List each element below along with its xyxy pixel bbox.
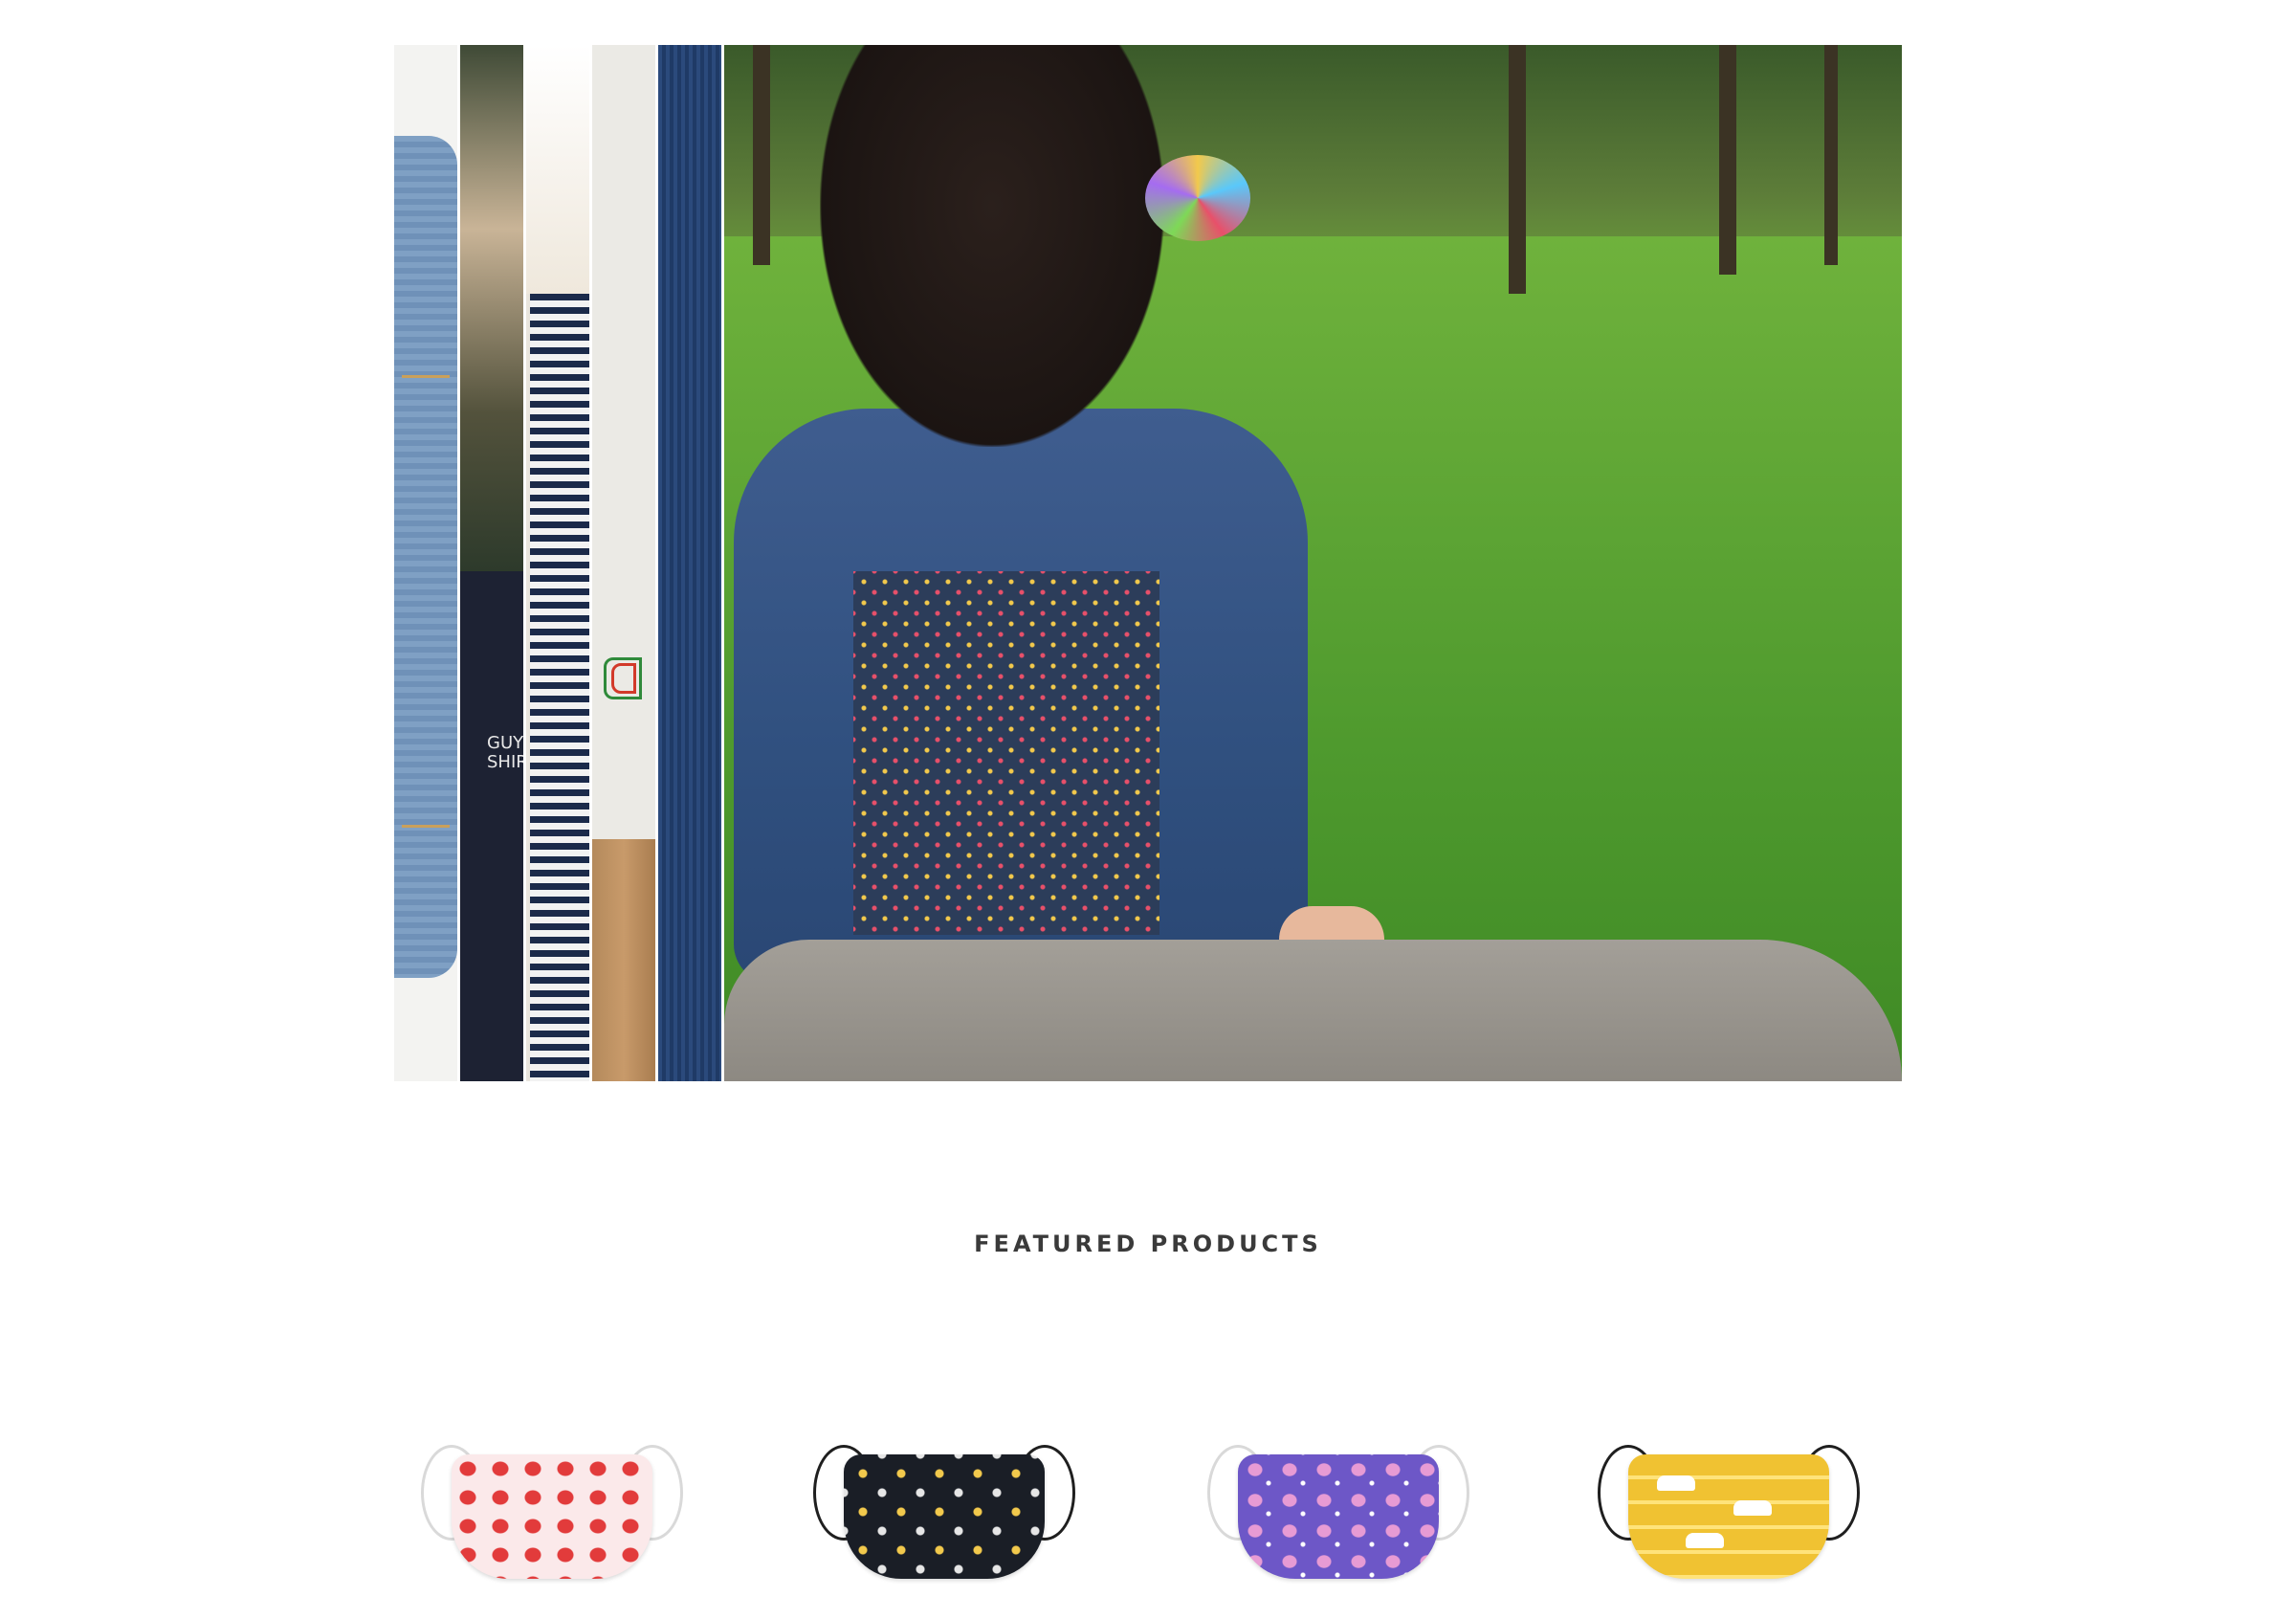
product-card-vehicles-mask[interactable] bbox=[806, 1407, 1083, 1598]
dark-denim-image bbox=[658, 45, 721, 1081]
taxi-car-icon bbox=[1657, 1475, 1695, 1491]
guy-shirt-image bbox=[460, 45, 523, 571]
jacket-seam bbox=[402, 375, 450, 378]
hero-slide-denim-jacket[interactable] bbox=[394, 45, 460, 1081]
product-card-unicorn-mask[interactable] bbox=[1200, 1407, 1477, 1598]
taxi-car-icon bbox=[1686, 1533, 1724, 1548]
jacket-seam bbox=[402, 825, 450, 828]
featured-products-grid bbox=[394, 1407, 1902, 1617]
embroidery-stitch bbox=[611, 663, 636, 694]
strawberry-mask-image[interactable] bbox=[452, 1454, 652, 1579]
child-hair bbox=[820, 45, 1164, 447]
product-card-strawberry-mask[interactable] bbox=[413, 1407, 691, 1598]
hero-slide-embroidered-canvas[interactable] bbox=[592, 45, 658, 1081]
wood-surface bbox=[592, 839, 655, 1081]
product-card-taxi-mask[interactable] bbox=[1590, 1407, 1867, 1598]
tree-trunk bbox=[1509, 45, 1526, 294]
hero-slide-striped-fabric[interactable] bbox=[526, 45, 592, 1081]
taxi-mask-image[interactable] bbox=[1628, 1454, 1829, 1579]
vehicles-mask-image[interactable] bbox=[844, 1454, 1045, 1579]
hero-slide-dark-denim[interactable] bbox=[658, 45, 724, 1081]
striped-fabric-background bbox=[526, 45, 589, 294]
hero-slide-main[interactable] bbox=[724, 45, 1902, 1081]
taxi-car-icon bbox=[1733, 1500, 1772, 1516]
tree-trunk bbox=[1824, 45, 1838, 265]
tree-trunk bbox=[1719, 45, 1736, 275]
denim-jacket-image bbox=[394, 136, 457, 978]
hero-accordion: GUY SHIR bbox=[394, 45, 1902, 1081]
featured-products-title: FEATURED PRODUCTS bbox=[974, 1231, 1322, 1257]
tree-trunk bbox=[753, 45, 770, 265]
rainbow-scrunchie bbox=[1145, 155, 1250, 241]
rock bbox=[724, 940, 1902, 1081]
hero-slide-guy-shirt[interactable]: GUY SHIR bbox=[460, 45, 526, 1081]
striped-fabric-image bbox=[530, 294, 589, 1081]
shirt-image bbox=[460, 571, 523, 1081]
jacket-embroidery bbox=[853, 571, 1159, 935]
unicorn-mask-image[interactable] bbox=[1238, 1454, 1439, 1579]
shirt-print-text: GUY SHIR bbox=[487, 733, 526, 772]
